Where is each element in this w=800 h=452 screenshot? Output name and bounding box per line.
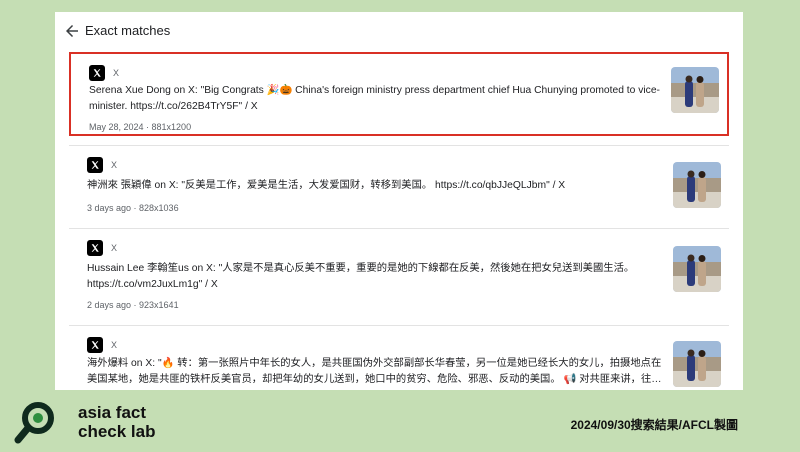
result-title-link[interactable]: Serena Xue Dong on X: "Big Congrats 🎉🎃 C…	[89, 83, 667, 115]
x-logo-icon	[89, 65, 105, 81]
result-title-link[interactable]: Hussain Lee 李翰笙us on X: "人家是不是真心反美不重要，重要…	[87, 261, 665, 293]
x-logo-icon	[87, 157, 103, 173]
result-title-link[interactable]: 神洲來 張穎偉 on X: "反美是工作，爱美是生活，大发爱国财，转移到美国。 …	[87, 178, 665, 194]
result-thumbnail[interactable]	[673, 162, 721, 208]
result-item-2[interactable]: X 神洲來 張穎偉 on X: "反美是工作，爱美是生活，大发爱国财，转移到美国…	[69, 146, 729, 228]
result-thumbnail[interactable]	[673, 246, 721, 292]
result-source: X	[87, 239, 117, 257]
logo-text-line2: check lab	[78, 422, 156, 441]
back-arrow-icon[interactable]	[63, 22, 81, 40]
result-meta: 3 days ago · 828x1036	[87, 203, 179, 213]
source-name: X	[111, 340, 118, 350]
source-name: X	[113, 68, 120, 78]
asia-fact-check-lab-logo: asia fact check lab	[14, 400, 174, 446]
x-logo-icon	[87, 337, 103, 353]
result-thumbnail[interactable]	[673, 341, 721, 387]
results-header: Exact matches	[55, 12, 743, 50]
result-title-link[interactable]: 海外爆料 on X: "🔥 转：第一张照片中年长的女人，是共匪国伪外交部副部长华…	[87, 356, 665, 388]
result-source: X	[87, 336, 117, 354]
logo-text-line1: asia fact	[78, 403, 147, 422]
page-title: Exact matches	[85, 23, 171, 38]
result-item-4[interactable]: X 海外爆料 on X: "🔥 转：第一张照片中年长的女人，是共匪国伪外交部副部…	[69, 326, 729, 390]
result-item-3[interactable]: X Hussain Lee 李翰笙us on X: "人家是不是真心反美不重要，…	[69, 229, 729, 325]
result-source: X	[89, 64, 119, 82]
result-source: X	[87, 156, 117, 174]
source-name: X	[111, 243, 118, 253]
result-meta: May 28, 2024 · 881x1200	[89, 122, 192, 132]
search-results-panel: Exact matches X Serena Xue Dong on X: "B…	[55, 12, 743, 390]
source-name: X	[111, 160, 118, 170]
footer-caption: 2024/09/30搜索結果/AFCL製圖	[570, 418, 738, 432]
result-meta: 2 days ago · 923x1641	[87, 300, 179, 310]
x-logo-icon	[87, 240, 103, 256]
result-item-1[interactable]: X Serena Xue Dong on X: "Big Congrats 🎉🎃…	[69, 52, 729, 136]
magnifier-logo-icon	[14, 402, 54, 444]
result-thumbnail[interactable]	[671, 67, 719, 113]
